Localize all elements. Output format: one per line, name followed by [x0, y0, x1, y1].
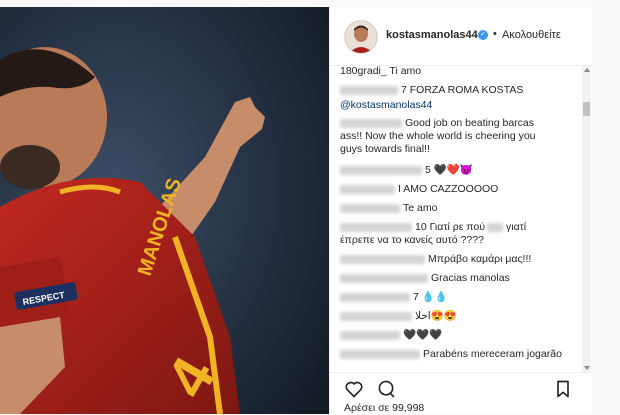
comment-item: I AMO CAZZOOOOO	[340, 183, 498, 196]
comment-item: @kostasmanolas44	[340, 99, 432, 112]
comment-username-blurred[interactable]	[340, 165, 422, 175]
player-photo-illustration: MANOLAS 4 RESPECT	[0, 7, 329, 414]
comment-icon[interactable]	[376, 379, 396, 399]
comment-item: Μπράβο καμάρι μας!!!	[340, 253, 531, 266]
comment-item: 10 Γιατί ρε πού γιατί	[340, 221, 526, 234]
separator-dot: •	[493, 28, 497, 40]
comment-text: 10 Γιατί ρε πού	[415, 221, 485, 233]
comment-username-blurred[interactable]	[340, 85, 398, 95]
heart-icon[interactable]	[344, 379, 364, 399]
comment-item: Parabéns mereceram jogarão	[340, 348, 562, 361]
comments-scrollbar[interactable]	[582, 66, 591, 372]
comment-username-blurred[interactable]	[340, 330, 400, 340]
comment-text: احلا😍😍	[415, 310, 457, 322]
comment-item: 180gradi_ Ti amo	[340, 66, 421, 78]
comment-item: 🖤🖤🖤	[340, 329, 442, 342]
comment-text: Gracias manolas	[431, 272, 510, 284]
comment-text: 7 FORZA ROMA KOSTAS	[401, 84, 524, 96]
comment-username-blurred[interactable]	[340, 118, 402, 128]
post-panel: kostasmanolas44 ✓ • Ακολουθείτε 180gradi…	[329, 7, 594, 414]
verified-badge-icon: ✓	[478, 30, 488, 40]
comment-text: έπρεπε να το κανείς αυτό ????	[340, 234, 484, 246]
comment-item: Te amo	[340, 202, 437, 215]
comment-username-blurred[interactable]	[340, 254, 425, 264]
post-actions-bar: Αρέσει σε 99,998	[330, 372, 593, 415]
scroll-up-arrow-icon[interactable]	[584, 68, 590, 72]
comment-item: 7 💧💧	[340, 291, 448, 304]
comment-item: Gracias manolas	[340, 272, 510, 285]
comment-username-blurred[interactable]	[340, 292, 410, 302]
browser-page: MANOLAS 4 RESPECT kostasmanolas44 ✓ • Ακ…	[0, 0, 620, 414]
post-photo[interactable]: MANOLAS 4 RESPECT	[0, 7, 329, 414]
likes-count[interactable]: Αρέσει σε 99,998	[344, 402, 424, 414]
comment-username-blurred[interactable]	[340, 222, 412, 232]
bookmark-icon[interactable]	[553, 379, 573, 399]
comment-text: 5 🖤❤️😈	[425, 164, 473, 176]
comment-text: Te amo	[403, 202, 438, 214]
comment-item: έπρεπε να το κανείς αυτό ????	[340, 234, 484, 247]
comment-text: guys towards final!!	[340, 143, 430, 155]
scrollbar-thumb[interactable]	[583, 102, 590, 116]
post-header: kostasmanolas44 ✓ • Ακολουθείτε	[330, 7, 593, 66]
comment-text: Parabéns mereceram jogarão	[423, 348, 562, 360]
following-button[interactable]: Ακολουθείτε	[502, 29, 561, 41]
comment-item: ass!! Now the whole world is cheering yo…	[340, 130, 536, 143]
comment-text: 180gradi_ Ti amo	[340, 66, 422, 77]
comment-text: I AMO CAZZOOOOO	[398, 183, 499, 195]
comment-username-blurred[interactable]	[340, 311, 412, 321]
scroll-down-arrow-icon[interactable]	[584, 366, 590, 370]
comment-text: 🖤🖤🖤	[403, 329, 443, 341]
comment-text: γιατί	[505, 221, 527, 233]
comment-item: 5 🖤❤️😈	[340, 164, 473, 177]
comment-username-blurred[interactable]	[340, 273, 428, 283]
comment-text: Good job on beating barcas	[405, 117, 535, 129]
page-margin-right	[592, 7, 620, 414]
post-username[interactable]: kostasmanolas44	[386, 29, 478, 41]
comment-text: Μπράβο καμάρι μας!!!	[428, 253, 532, 265]
comment-username-blurred[interactable]	[340, 349, 420, 359]
comment-item: 7 FORZA ROMA KOSTAS	[340, 84, 523, 97]
comment-item: Good job on beating barcas	[340, 117, 534, 130]
avatar-image	[345, 21, 377, 53]
comments-list[interactable]: 180gradi_ Ti amo 7 FORZA ROMA KOSTAS @ko…	[330, 66, 582, 372]
comment-item: guys towards final!!	[340, 143, 430, 156]
avatar[interactable]	[344, 20, 378, 54]
comment-username-blurred[interactable]	[340, 203, 400, 213]
comment-text: 7 💧💧	[413, 291, 448, 303]
comment-item: احلا😍😍	[340, 310, 457, 323]
comment-text: ass!! Now the whole world is cheering yo…	[340, 130, 536, 142]
comment-mention-link[interactable]: @kostasmanolas44	[340, 99, 432, 111]
comment-text-blurred	[486, 222, 503, 232]
comment-username-blurred[interactable]	[340, 184, 395, 194]
